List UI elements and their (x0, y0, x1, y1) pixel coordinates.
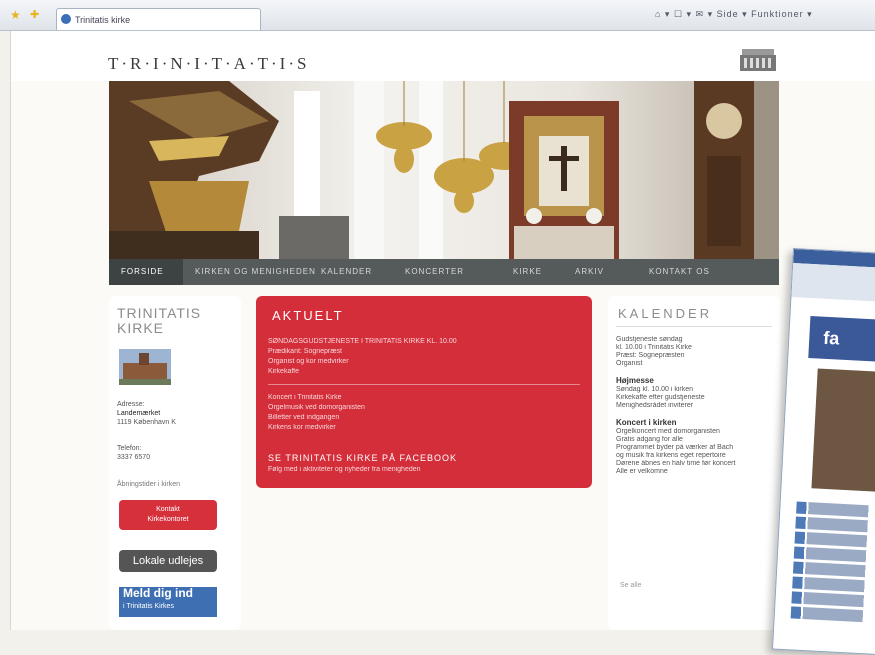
nav-item-kirke[interactable]: KIRKE (513, 259, 542, 285)
list-item[interactable] (795, 516, 875, 534)
window-toolbar (791, 263, 875, 303)
favorites-star-icon[interactable]: ★ (10, 9, 22, 21)
calendar-line: Programmet byder på værker af Bach (616, 444, 734, 451)
address-label: Adresse: (117, 401, 145, 408)
list-item[interactable] (793, 546, 875, 564)
nav-item-kontakt[interactable]: KONTAKT OS (649, 259, 710, 285)
list-item[interactable] (790, 606, 875, 624)
calendar-line: Menighedsrådet inviterer (616, 402, 694, 409)
browser-toolbar: ★ ✚ Trinitatis kirke ⌂ ▾ ☐ ▾ ✉ ▾ Side ▾ … (0, 0, 875, 31)
site-logo[interactable]: T·R·I·N·I·T·A·T·I·S (108, 54, 309, 74)
calendar-divider (616, 326, 772, 327)
calendar-more-link[interactable]: Se alle (620, 582, 641, 589)
calendar-line[interactable]: Gudstjeneste søndag (616, 336, 774, 344)
nav-item-arkiv[interactable]: ARKIV (575, 259, 604, 285)
calendar-line: kl. 10.00 i Trinitatis Kirke (616, 344, 692, 351)
list-item[interactable] (792, 576, 875, 594)
address-line-2: 1119 København K (117, 419, 176, 426)
calendar-list: Gudstjeneste søndag kl. 10.00 i Trinitat… (616, 336, 774, 476)
calendar-title: KALENDER (618, 306, 713, 321)
calendar-line: Dørene åbnes en halv time før koncert (616, 460, 736, 467)
add-favorites-icon[interactable]: ✚ (30, 9, 42, 21)
facebook-link-sub: Følg med i aktiviteter og nyheder fra me… (268, 466, 421, 473)
list-item[interactable] (792, 561, 875, 579)
news-line: Prædikant: Sognepræst (268, 348, 342, 355)
nav-item-kirken[interactable]: KIRKEN OG MENIGHEDEN (195, 259, 316, 285)
calendar-line: og musik fra kirkens eget repertoire (616, 452, 726, 459)
facebook-cover-image (811, 368, 875, 493)
facebook-sidebar-list (790, 501, 875, 627)
facebook-header: fa (808, 316, 875, 363)
tab-title: Trinitatis kirke (75, 15, 131, 25)
banner-image (109, 81, 779, 259)
calendar-line: Organist (616, 360, 643, 367)
church-icon[interactable] (738, 45, 778, 73)
list-item[interactable] (791, 591, 875, 609)
contact-office-button[interactable]: Kontakt Kirkekontoret (119, 500, 217, 530)
news-line: Organist og kor medvirker (268, 358, 349, 365)
nav-item-koncerter[interactable]: KONCERTER (405, 259, 464, 285)
join-button-label: Meld dig ind (123, 586, 193, 600)
calendar-line: Kirkekaffe efter gudstjeneste (616, 394, 705, 401)
command-bar[interactable]: ⌂ ▾ ☐ ▾ ✉ ▾ Side ▾ Funktioner ▾ (655, 9, 865, 21)
news-title: AKTUELT (272, 308, 344, 323)
phone-number[interactable]: 3337 6570 (117, 453, 150, 462)
news-line: Kirkens kor medvirker (268, 424, 336, 431)
address-line-1: Landemærket (117, 410, 161, 417)
rental-button[interactable]: Lokale udlejes (119, 550, 217, 572)
nav-item-forside[interactable]: FORSIDE (109, 259, 183, 285)
news-divider (268, 384, 580, 385)
nav-item-kalender[interactable]: KALENDER (321, 259, 372, 285)
news-line: Orgelmusik ved domorganisten (268, 404, 365, 411)
news-line: Koncert i Trinitatis Kirke (268, 394, 342, 401)
calendar-line: Præst: Sognepræsten (616, 352, 685, 359)
calendar-line: Orgelkoncert med domorganisten (616, 428, 720, 435)
main-navigation: FORSIDE KIRKEN OG MENIGHEDEN KALENDER KO… (109, 259, 779, 285)
news-box: AKTUELT SØNDAGSGUDSTJENESTE I TRINITATIS… (256, 296, 592, 488)
site-header: T·R·I·N·I·T·A·T·I·S (11, 31, 875, 81)
church-photo[interactable] (119, 349, 171, 385)
calendar-line: Søndag kl. 10.00 i kirken (616, 386, 694, 393)
phone-label: Telefon: (117, 445, 142, 452)
list-item[interactable] (794, 531, 875, 549)
news-line: SØNDAGSGUDSTJENESTE I TRINITATIS KIRKE K… (268, 338, 457, 345)
opening-hours-link[interactable]: Åbningstider i kirken (117, 480, 180, 489)
join-button-sub: i Trinitatis Kirkes (123, 603, 174, 610)
news-line: Billetter ved indgangen (268, 414, 340, 421)
calendar-line: Gratis adgang for alle (616, 436, 683, 443)
calendar-line: Alle er velkomne (616, 468, 668, 475)
page-viewport: T·R·I·N·I·T·A·T·I·S FORSIDE KIRKEN OG ME… (10, 31, 875, 630)
browser-tab[interactable]: Trinitatis kirke (56, 8, 261, 30)
calendar-heading[interactable]: Højmesse (616, 376, 774, 386)
list-item[interactable] (796, 501, 875, 519)
calendar-heading[interactable]: Koncert i kirken (616, 418, 774, 428)
sidebar-title: TRINITATIS KIRKE (117, 305, 202, 336)
sidebar-left: TRINITATIS KIRKE Adresse: Landemærket 11… (109, 296, 241, 630)
news-line: Kirkekaffe (268, 368, 299, 375)
tab-favicon-icon (61, 14, 71, 24)
calendar-box: KALENDER Gudstjeneste søndag kl. 10.00 i… (608, 296, 780, 630)
facebook-link[interactable]: SE TRINITATIS KIRKE PÅ FACEBOOK (268, 453, 457, 463)
contact-button-line2: Kirkekontoret (147, 516, 189, 523)
contact-button-line1: Kontakt (156, 506, 180, 513)
join-button[interactable]: Meld dig ind i Trinitatis Kirkes (119, 587, 217, 617)
